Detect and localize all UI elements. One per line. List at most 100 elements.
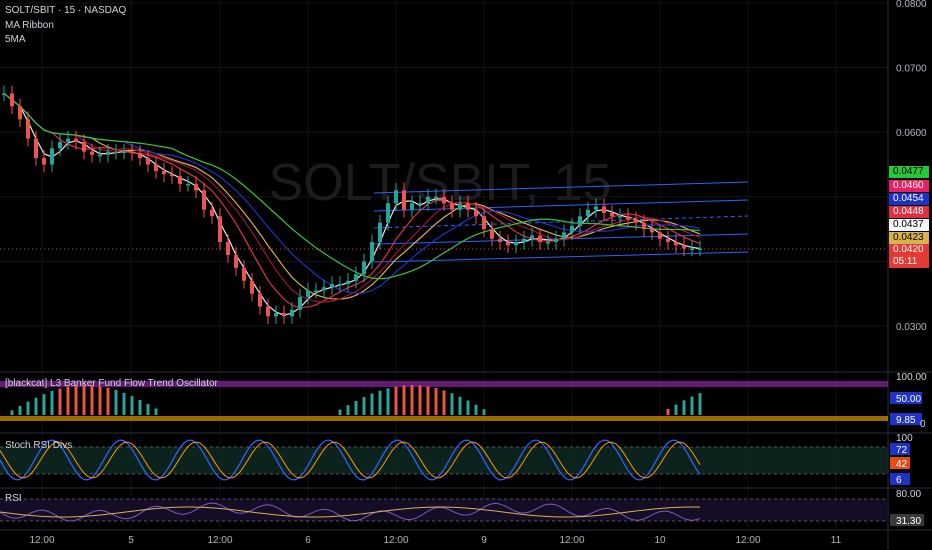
stoch-tick-label: 72 [896, 445, 908, 456]
banker-tick-label: 50.00 [896, 394, 921, 405]
candle-body [442, 196, 446, 204]
banker-bar [34, 397, 38, 415]
chart: SOLT/SBIT, 15 100.00 50.00 9.85 0 10072 42 6 80… [0, 0, 932, 550]
candle-body [2, 93, 6, 95]
candle-body [514, 242, 518, 246]
price-tick-label: 0.0800 [896, 0, 927, 10]
candle-body [426, 196, 430, 204]
banker-bar [426, 386, 430, 415]
candle-body [58, 141, 62, 149]
candle-body [202, 190, 206, 210]
candle-body [314, 290, 318, 292]
candle-body [474, 209, 478, 217]
time-tick-label: 5 [128, 535, 134, 546]
candle-body [250, 280, 254, 294]
candle-body [410, 203, 414, 210]
candle-body [362, 261, 366, 275]
stoch-tick-label: 42 [896, 459, 908, 470]
candle-body [386, 203, 390, 223]
candle-body [602, 206, 606, 213]
banker-bar [338, 409, 342, 415]
banker-bar [674, 404, 678, 415]
rsi-pane-title[interactable]: RSI [5, 493, 22, 504]
rsi-tick-label: 80.00 [896, 489, 921, 500]
time-tick-label: 12:00 [29, 535, 54, 546]
candle-body [226, 242, 230, 255]
price-tag: 0.0454 [889, 193, 929, 205]
price-tag: 0.0423 [889, 232, 929, 244]
time-tick-label: 11 [831, 535, 842, 546]
banker-bar [106, 387, 110, 415]
time-tick-label: 10 [654, 535, 666, 546]
banker-bar [474, 404, 478, 415]
banker-bar [74, 385, 78, 415]
price-tick-label: 0.0700 [896, 64, 927, 75]
candle-body [50, 148, 54, 165]
candle-body [82, 141, 86, 152]
time-tick-label: 12:00 [735, 535, 760, 546]
stoch-pane-title[interactable]: Stoch RSI Divs [5, 440, 72, 451]
candle-body [186, 183, 190, 186]
banker-tick-label: 0 [920, 419, 926, 430]
banker-pane-title[interactable]: [blackcat] L3 Banker Fund Flow Trend Osc… [5, 378, 218, 389]
indicator-ma-ribbon[interactable]: MA Ribbon [5, 20, 54, 31]
banker-bar [82, 385, 86, 415]
candle-body [122, 151, 126, 154]
candle-body [650, 229, 654, 233]
banker-bar [10, 410, 14, 415]
candle-body [490, 229, 494, 239]
banker-bar [466, 400, 470, 415]
banker-bar [346, 405, 350, 415]
banker-bar [90, 385, 94, 415]
candle-body [114, 151, 118, 154]
banker-bar [58, 388, 62, 415]
candle-body [218, 216, 222, 243]
candle-body [34, 138, 38, 159]
time-tick-label: 12:00 [207, 535, 232, 546]
candle-body [594, 206, 598, 210]
candle-body [506, 242, 510, 246]
stoch-tick-label: 100 [896, 433, 913, 444]
candle-body [530, 235, 534, 239]
banker-bar [130, 396, 134, 415]
banker-bar [42, 394, 46, 415]
price-tick-label: 0.0300 [896, 322, 927, 333]
candle-body [674, 242, 678, 246]
symbol-title: SOLT/SBIT · 15 · NASDAQ [5, 5, 127, 16]
banker-bar [66, 386, 70, 415]
candle-body [578, 216, 582, 226]
banker-bar [114, 389, 118, 415]
candle-body [658, 232, 662, 239]
banker-bar [138, 399, 142, 415]
candle-body [322, 287, 326, 291]
candle-body [194, 183, 198, 191]
banker-bar [410, 385, 414, 415]
indicator-5ma[interactable]: 5MA [5, 34, 26, 45]
candle-body [98, 154, 102, 157]
banker-bar [482, 409, 486, 415]
candle-body [298, 296, 302, 310]
price-tag: 0.0437 [889, 219, 929, 231]
banker-bar [394, 386, 398, 415]
candle-body [482, 216, 486, 230]
price-tag: 05:11 [889, 256, 929, 268]
candle-body [178, 176, 182, 184]
banker-bar [50, 391, 54, 415]
candle-body [154, 164, 158, 171]
candle-body [282, 313, 286, 317]
rsi-band [0, 499, 888, 521]
candle-body [610, 212, 614, 217]
indicator-panes: 100.00 50.00 9.85 0 10072 42 6 80.00 31.30 [0, 372, 927, 527]
stoch-tick-label: 6 [896, 475, 902, 486]
banker-tick-label: 100.00 [896, 372, 927, 383]
banker-bar [442, 390, 446, 415]
candle-body [10, 93, 14, 107]
candle-body [586, 209, 590, 217]
banker-lower-band [0, 416, 888, 421]
candle-body [434, 196, 438, 199]
time-tick-label: 12:00 [559, 535, 584, 546]
candle-body [138, 152, 142, 159]
candle-body [210, 209, 214, 217]
candle-body [18, 106, 22, 120]
candle-body [90, 151, 94, 155]
